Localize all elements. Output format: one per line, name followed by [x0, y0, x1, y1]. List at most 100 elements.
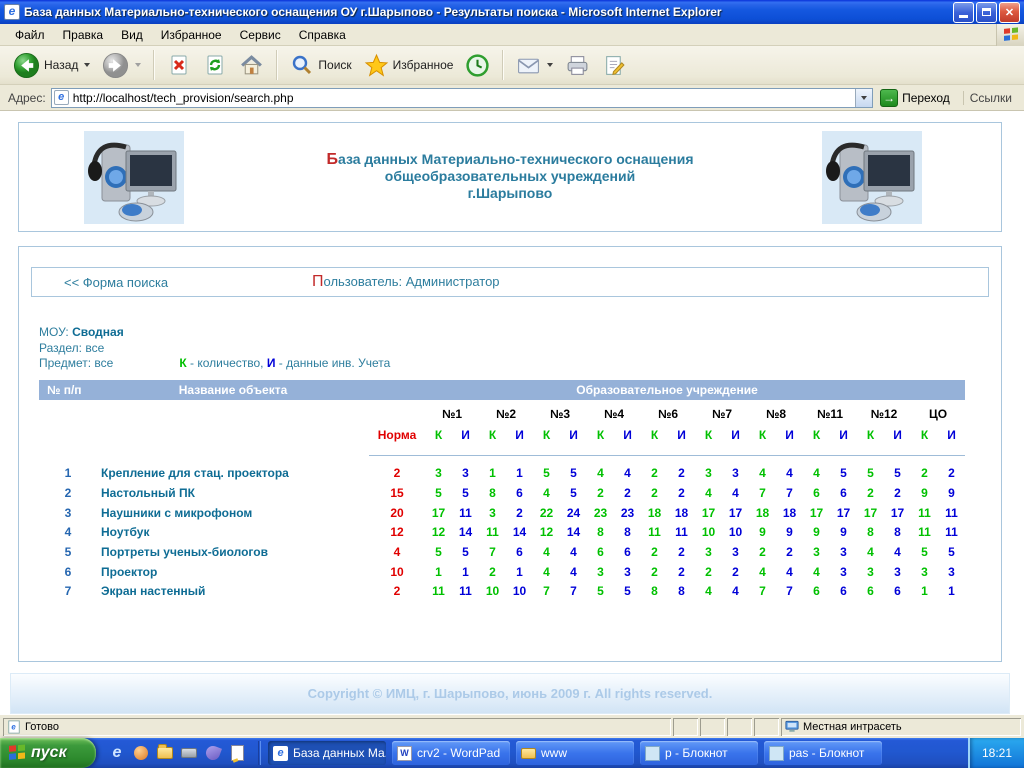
- history-button[interactable]: [460, 51, 495, 80]
- window-title: База данных Материально-технического осн…: [24, 5, 953, 19]
- menu-item[interactable]: Правка: [54, 25, 113, 45]
- school-col-header: №1: [425, 407, 479, 421]
- search-icon: [290, 53, 314, 77]
- back-button[interactable]: Назад: [8, 50, 95, 81]
- table-row: 7Экран настенный211111010775588447766661…: [39, 582, 965, 602]
- quantity-value: 2: [641, 565, 668, 579]
- norm-header-row: Норма КИКИКИКИКИКИКИКИКИКИ: [39, 425, 965, 445]
- inventory-value: 17: [830, 506, 857, 520]
- inventory-value: 6: [884, 584, 911, 598]
- k-col-header: К: [641, 428, 668, 442]
- school-header-row: №1№2№3№4№6№7№8№11№12ЦО: [39, 400, 965, 425]
- search-button[interactable]: Поиск: [285, 51, 356, 79]
- inventory-value: 9: [830, 525, 857, 539]
- favorites-label: Избранное: [393, 58, 454, 72]
- quantity-value: 6: [803, 584, 830, 598]
- norm-value: 15: [369, 486, 425, 500]
- windows-flag-icon: [8, 744, 26, 762]
- minimize-button[interactable]: [953, 2, 974, 23]
- back-to-search-link[interactable]: << Форма поиска: [64, 275, 168, 290]
- quantity-value: 12: [425, 525, 452, 539]
- inventory-value: 2: [776, 545, 803, 559]
- quantity-value: 2: [641, 545, 668, 559]
- menu-item[interactable]: Файл: [6, 25, 54, 45]
- table-row: 2Настольный ПК1555864522224477662299: [39, 483, 965, 503]
- favorites-button[interactable]: Избранное: [359, 51, 459, 80]
- quantity-value: 9: [803, 525, 830, 539]
- go-label: Переход: [902, 91, 950, 105]
- mail-icon: [516, 53, 541, 78]
- edit-button[interactable]: [597, 51, 632, 80]
- taskbar-task-button[interactable]: p - Блокнот: [640, 741, 758, 765]
- mail-button[interactable]: [511, 51, 558, 80]
- quantity-value: 6: [587, 545, 614, 559]
- quantity-value: 3: [911, 565, 938, 579]
- quantity-value: 22: [533, 506, 560, 520]
- print-icon: [565, 53, 590, 78]
- quantity-value: 23: [587, 506, 614, 520]
- norm-value: 2: [369, 466, 425, 480]
- inventory-value: 4: [560, 545, 587, 559]
- inventory-value: 2: [668, 486, 695, 500]
- restore-button[interactable]: [976, 2, 997, 23]
- quantity-value: 8: [479, 486, 506, 500]
- i-col-header: И: [884, 428, 911, 442]
- forward-button[interactable]: [97, 50, 146, 81]
- row-number: 4: [39, 525, 97, 539]
- address-input[interactable]: [73, 91, 855, 105]
- quick-launch-messenger-icon[interactable]: [204, 744, 222, 762]
- inventory-value: 8: [668, 584, 695, 598]
- object-name: Ноутбук: [97, 525, 369, 539]
- k-col-header: К: [911, 428, 938, 442]
- menu-item[interactable]: Избранное: [152, 25, 231, 45]
- quantity-value: 4: [695, 486, 722, 500]
- k-col-header: К: [695, 428, 722, 442]
- menu-item[interactable]: Справка: [290, 25, 355, 45]
- quantity-value: 9: [749, 525, 776, 539]
- quantity-value: 4: [533, 486, 560, 500]
- quantity-value: 2: [641, 486, 668, 500]
- quantity-value: 2: [479, 565, 506, 579]
- object-name: Настольный ПК: [97, 486, 369, 500]
- links-label[interactable]: Ссылки: [963, 91, 1020, 105]
- quick-launch-media-icon[interactable]: [132, 744, 150, 762]
- start-button[interactable]: пуск: [0, 738, 96, 768]
- object-name: Наушники с микрофоном: [97, 506, 369, 520]
- stop-button[interactable]: [162, 51, 196, 79]
- close-button[interactable]: ✕: [999, 2, 1020, 23]
- inventory-value: 1: [452, 565, 479, 579]
- taskbar-task-button[interactable]: www: [516, 741, 634, 765]
- inventory-value: 6: [614, 545, 641, 559]
- print-button[interactable]: [560, 51, 595, 80]
- home-button[interactable]: [234, 51, 269, 80]
- taskbar-task-button[interactable]: eБаза данных Ма...: [268, 741, 386, 765]
- quick-launch: e: [96, 744, 254, 762]
- taskbar-task-button[interactable]: pas - Блокнот: [764, 741, 882, 765]
- go-button[interactable]: → Переход: [878, 88, 956, 108]
- quantity-value: 4: [587, 466, 614, 480]
- refresh-button[interactable]: [198, 51, 232, 79]
- quick-launch-folder-icon[interactable]: [156, 744, 174, 762]
- quick-launch-ie-icon[interactable]: e: [108, 744, 126, 762]
- quantity-value: 11: [911, 506, 938, 520]
- inventory-value: 3: [884, 565, 911, 579]
- quantity-value: 1: [479, 466, 506, 480]
- i-col-header: И: [506, 428, 533, 442]
- inventory-value: 5: [452, 486, 479, 500]
- quantity-value: 18: [641, 506, 668, 520]
- quick-launch-editor-icon[interactable]: [228, 744, 246, 762]
- inventory-value: 2: [506, 506, 533, 520]
- favorites-star-icon: [364, 53, 389, 78]
- quick-launch-drive-icon[interactable]: [180, 744, 198, 762]
- address-dropdown-button[interactable]: [855, 89, 872, 107]
- taskbar-task-button[interactable]: Wcrv2 - WordPad: [392, 741, 510, 765]
- inventory-value: 4: [884, 545, 911, 559]
- menu-item[interactable]: Вид: [112, 25, 152, 45]
- inventory-value: 10: [722, 525, 749, 539]
- quantity-value: 1: [911, 584, 938, 598]
- i-col-header: И: [614, 428, 641, 442]
- row-number: 5: [39, 545, 97, 559]
- inventory-value: 4: [776, 565, 803, 579]
- menu-item[interactable]: Сервис: [231, 25, 290, 45]
- start-label: пуск: [31, 744, 67, 762]
